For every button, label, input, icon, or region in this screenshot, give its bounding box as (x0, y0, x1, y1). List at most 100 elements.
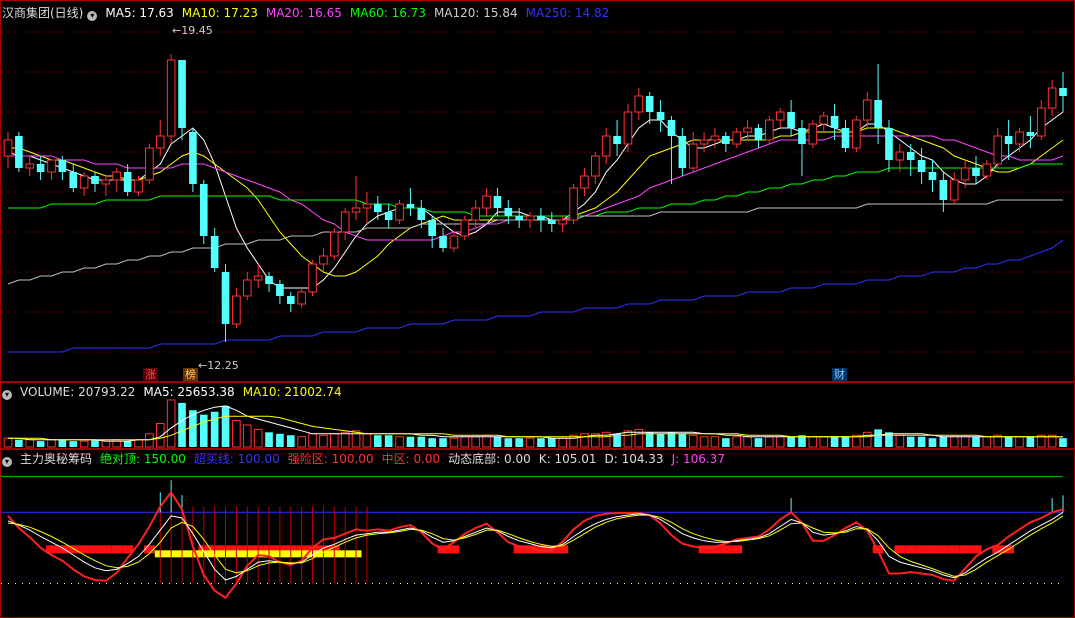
candle-body (308, 263, 317, 293)
financial-report-tag[interactable]: 财 (832, 368, 847, 381)
candle-body (199, 184, 208, 236)
volume-bar (667, 432, 676, 447)
candle-body (210, 236, 219, 268)
volume-bar (15, 439, 23, 447)
candle-body (1047, 87, 1057, 109)
candle-body (319, 255, 328, 265)
volume-bar (906, 436, 915, 447)
volume-bar (862, 431, 872, 448)
volume-bar (548, 438, 556, 447)
legend-abs-top: 绝对顶: 150.00 (100, 452, 186, 466)
volume-bar (3, 437, 13, 448)
volume-bar (580, 433, 589, 448)
volume-bar (819, 436, 829, 448)
limit-up-tag[interactable]: 涨 (143, 368, 158, 381)
candle-body (765, 119, 774, 141)
candle-body (525, 215, 535, 221)
volume-bar (166, 399, 176, 448)
candle-body (373, 204, 382, 212)
candle-body (906, 152, 915, 160)
chart-canvas[interactable]: ←19.45 ←12.25 (0, 0, 1075, 618)
candle-body (428, 220, 436, 236)
candle-body (960, 167, 970, 181)
signal-block (970, 545, 982, 554)
candle-body (830, 116, 839, 128)
candle-body (460, 219, 470, 237)
volume-bar (787, 436, 795, 447)
volume-bar (939, 436, 948, 447)
volume-bar (242, 424, 252, 448)
volume-bar (362, 433, 372, 448)
volume-menu-icon[interactable]: ▾ (2, 390, 12, 400)
candle-body (787, 112, 795, 128)
candle-body (580, 175, 589, 189)
volume-bar (645, 432, 654, 447)
candle-body (178, 60, 186, 128)
candle-body (993, 135, 1003, 165)
candle-body (895, 151, 905, 161)
signal-block (937, 545, 949, 554)
signal-block (720, 545, 732, 554)
volume-legend: ▾ VOLUME: 20793.22 MA5: 25653.38 MA10: 2100… (2, 384, 350, 400)
candle-body (667, 120, 676, 136)
volume-bar (25, 439, 35, 448)
signal-block (111, 545, 123, 554)
price-gridlines (1, 31, 1074, 353)
candle-body (558, 219, 567, 225)
volume-bar (1015, 436, 1024, 448)
volume-bar (36, 441, 45, 447)
indicator-legend: ▾ 主力奥秘筹码 绝对顶: 150.00 超买线: 100.00 强险区: 100.00… (2, 451, 733, 467)
candle-body (276, 284, 284, 296)
candle-body (189, 132, 197, 184)
legend-volume: VOLUME: 20793.22 (20, 385, 136, 399)
indicator-menu-icon[interactable]: ▾ (2, 457, 12, 467)
volume-bar (982, 436, 992, 448)
candle-body (242, 279, 252, 297)
legend-danger: 强险区: 100.00 (287, 452, 374, 466)
volume-bar (874, 429, 882, 447)
signal-block (448, 545, 460, 554)
kdj-indicator (1, 476, 1064, 600)
volume-bar (395, 436, 404, 448)
signal-block (89, 545, 101, 554)
candle-body (678, 136, 687, 168)
volume-bar (406, 436, 415, 447)
volume-bar (101, 440, 111, 448)
volume-bar (525, 437, 535, 448)
volume-ma10-line (8, 415, 1063, 441)
candle-body (743, 127, 752, 133)
legend-ma20: MA20: 16.65 (265, 6, 342, 20)
volume-bar (972, 436, 980, 447)
candle-body (917, 160, 926, 172)
candle-body (569, 187, 578, 221)
volume-bar (384, 435, 393, 447)
legend-ma5: MA5: 17.63 (105, 6, 174, 20)
signal-block (78, 545, 90, 554)
indicator-name[interactable]: 主力奥秘筹码 (20, 452, 92, 466)
dragon-tiger-list-tag[interactable]: 榜 (183, 368, 198, 381)
candle-body (340, 211, 350, 233)
candle-body (112, 171, 122, 181)
legend-ma250: MA250: 14.82 (525, 6, 610, 20)
volume-bar (775, 436, 785, 448)
volume-bar (722, 438, 730, 447)
dropdown-icon[interactable]: ▾ (87, 11, 98, 21)
candle-body (101, 179, 111, 185)
candle-body (852, 119, 861, 149)
ma250-line (8, 239, 1064, 353)
stock-title[interactable]: 汉商集团(日线) (2, 6, 83, 20)
candle-body (265, 276, 273, 284)
volume-bar (623, 430, 633, 448)
legend-ma60: MA60: 16.73 (349, 6, 426, 20)
volume-bar (678, 433, 687, 447)
candle-body (439, 236, 447, 248)
volume-bar (732, 436, 742, 448)
volume-bar (830, 436, 839, 447)
candle-body (134, 179, 143, 193)
candle-body (862, 99, 872, 121)
volume-bar (276, 433, 284, 447)
legend-mid: 中区: 0.00 (381, 452, 441, 466)
candle-body (688, 143, 698, 169)
candle-body (166, 59, 176, 137)
price-panel-frame (0, 0, 1075, 382)
